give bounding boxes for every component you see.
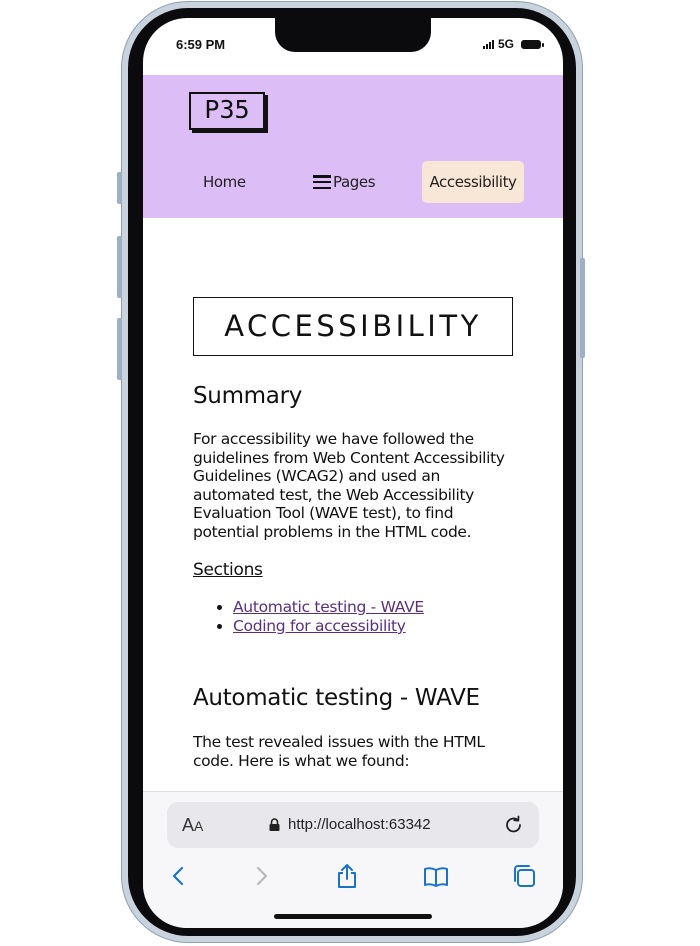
list-item: Coding for accessibility	[233, 617, 424, 636]
summary-heading: Summary	[193, 383, 303, 409]
section-link-wave[interactable]: Automatic testing - WAVE	[233, 598, 424, 616]
main-nav: Home Pages Accessibility	[143, 161, 563, 203]
forward-icon[interactable]	[247, 862, 275, 890]
page-title: ACCESSIBILITY	[193, 297, 513, 356]
sections-label: Sections	[193, 560, 263, 580]
list-item: Automatic testing - WAVE	[233, 598, 424, 617]
lock-icon	[269, 818, 280, 831]
bookmarks-icon[interactable]	[422, 862, 450, 890]
home-indicator	[274, 914, 432, 919]
url-text: http://localhost:63342	[288, 816, 431, 833]
phone-screen: 6:59 PM 5G P35 Home Pages Accessibility …	[143, 18, 563, 928]
text-size-button[interactable]: AA	[182, 815, 203, 836]
hamburger-icon	[313, 175, 331, 189]
nav-accessibility-link[interactable]: Accessibility	[422, 161, 524, 203]
address-bar[interactable]: AA http://localhost:63342	[167, 802, 539, 848]
silent-switch	[117, 172, 122, 204]
status-time: 6:59 PM	[176, 37, 226, 52]
back-icon[interactable]	[165, 862, 193, 890]
summary-paragraph: For accessibility we have followed the g…	[193, 430, 505, 541]
tabs-icon[interactable]	[510, 862, 538, 890]
nav-pages-link[interactable]: Pages	[313, 161, 376, 203]
section-link-coding[interactable]: Coding for accessibility	[233, 617, 406, 635]
network-label: 5G	[497, 37, 514, 51]
browser-toolbar	[143, 856, 563, 896]
power-button	[580, 258, 585, 358]
battery-icon	[521, 39, 544, 49]
browser-bar: AA http://localhost:63342	[143, 791, 563, 928]
volume-down-button	[117, 318, 122, 380]
nav-home-link[interactable]: Home	[203, 161, 246, 203]
status-indicators: 5G	[482, 37, 544, 51]
site-header: P35 Home Pages Accessibility	[143, 75, 563, 218]
wave-heading: Automatic testing - WAVE	[193, 685, 480, 711]
volume-up-button	[117, 236, 122, 298]
share-icon[interactable]	[333, 862, 361, 890]
notch	[275, 18, 431, 52]
signal-icon	[482, 39, 494, 49]
nav-pages-label: Pages	[333, 173, 376, 191]
reload-icon[interactable]	[503, 814, 525, 836]
sections-list: Automatic testing - WAVE Coding for acce…	[193, 598, 424, 636]
wave-paragraph: The test revealed issues with the HTML c…	[193, 733, 485, 770]
site-logo[interactable]: P35	[189, 92, 265, 130]
